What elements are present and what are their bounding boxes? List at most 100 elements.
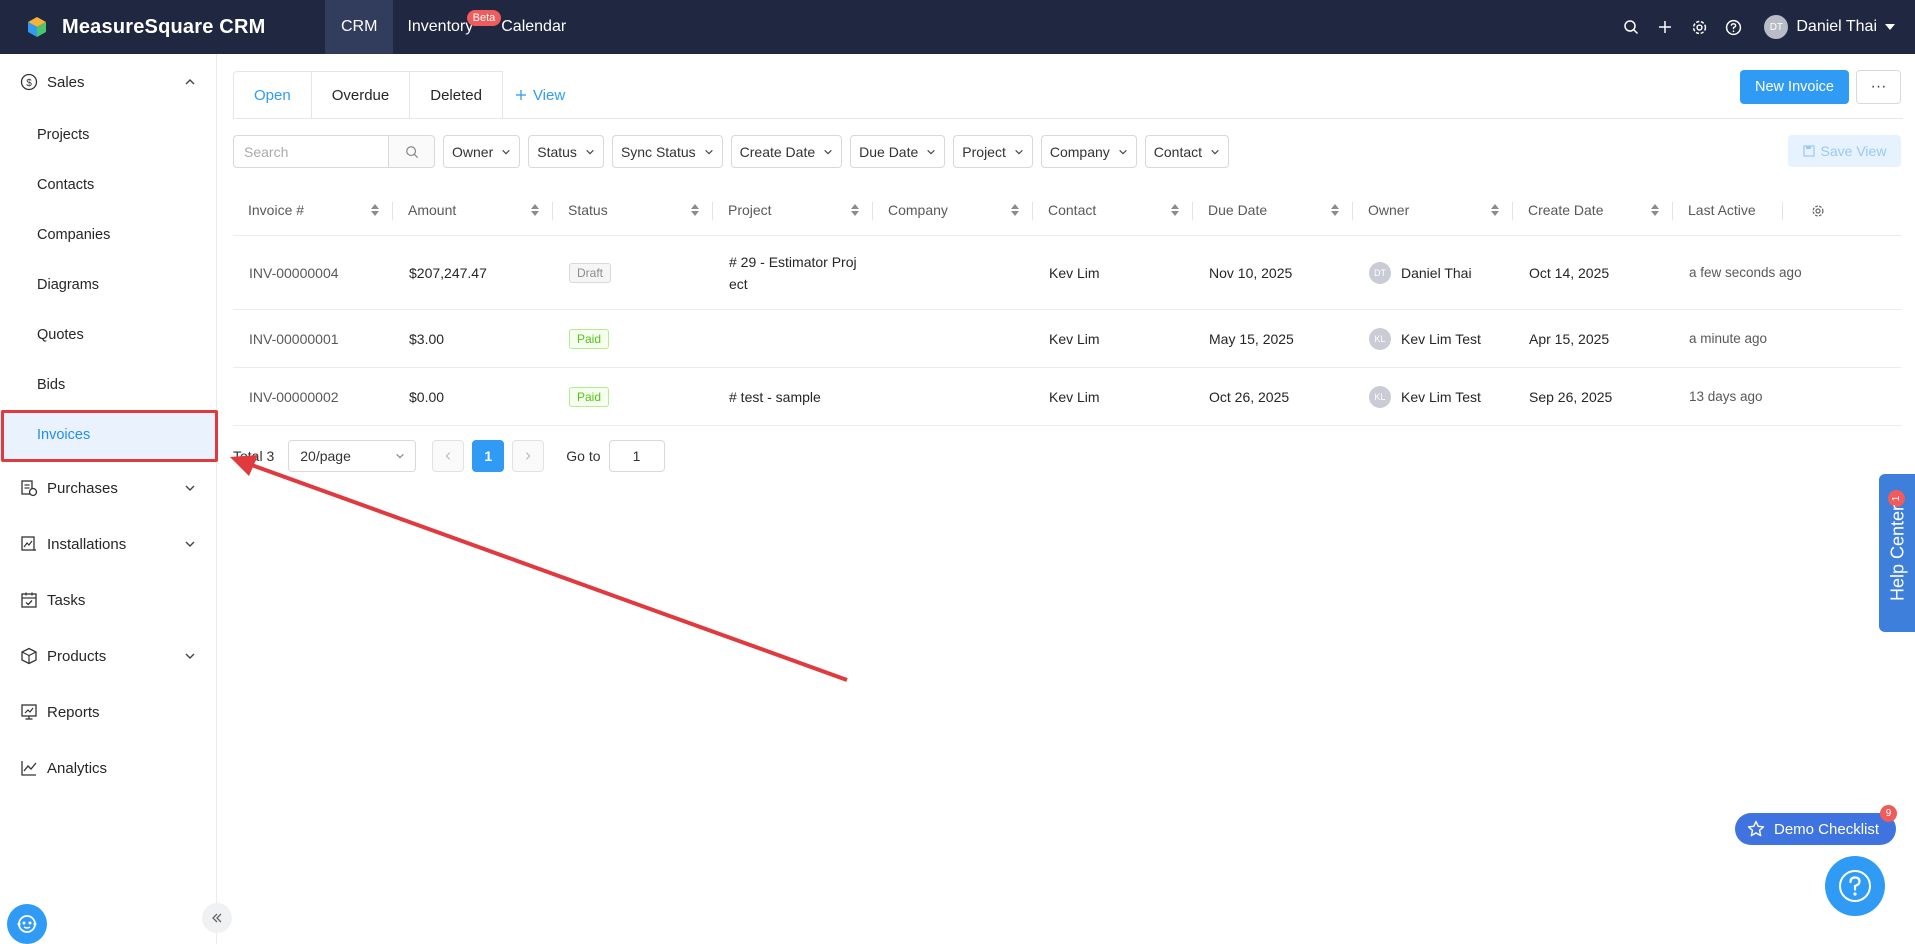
column-header[interactable]: Company bbox=[873, 184, 1033, 236]
demo-checklist-button[interactable]: Demo Checklist 9 bbox=[1735, 805, 1897, 845]
help-center-tab[interactable]: 1 Help Center bbox=[1879, 474, 1915, 632]
column-header[interactable]: Amount bbox=[393, 184, 553, 236]
project-link[interactable]: # 29 - Estimator Proj ect bbox=[713, 251, 873, 295]
last-active: a few seconds ago bbox=[1689, 265, 1802, 280]
column-header[interactable]: Contact bbox=[1033, 184, 1193, 236]
column-header[interactable]: Due Date bbox=[1193, 184, 1353, 236]
column-header[interactable]: Create Date bbox=[1513, 184, 1673, 236]
new-invoice-button[interactable]: New Invoice bbox=[1740, 70, 1849, 104]
nav-calendar[interactable]: Calendar bbox=[487, 0, 580, 54]
contact[interactable]: Kev Lim bbox=[1033, 265, 1193, 281]
last-active: 13 days ago bbox=[1689, 389, 1763, 404]
chevron-left-icon bbox=[445, 452, 451, 460]
goto-page-input[interactable]: 1 bbox=[608, 440, 665, 472]
sidebar-item-companies[interactable]: Companies bbox=[0, 210, 216, 260]
brand[interactable]: MeasureSquare CRM bbox=[0, 0, 325, 54]
line-chart-icon bbox=[20, 759, 38, 777]
prev-page-button[interactable] bbox=[432, 440, 465, 472]
purchase-icon bbox=[20, 479, 38, 497]
top-nav: CRM Inventory Beta Calendar bbox=[325, 0, 580, 54]
contact[interactable]: Kev Lim bbox=[1033, 389, 1193, 405]
sidebar-item-bids[interactable]: Bids bbox=[0, 360, 216, 410]
add-view-button[interactable]: View bbox=[503, 71, 565, 119]
sidebar-item-invoices[interactable]: Invoices bbox=[0, 410, 216, 460]
filter-project[interactable]: Project bbox=[953, 135, 1033, 168]
more-actions-button[interactable]: ··· bbox=[1856, 70, 1901, 104]
filter-status[interactable]: Status bbox=[528, 135, 604, 168]
sidebar-section-reports[interactable]: Reports bbox=[0, 684, 216, 740]
sidebar-item-projects[interactable]: Projects bbox=[0, 110, 216, 160]
sidebar-section-label: Purchases bbox=[47, 479, 118, 497]
table-row[interactable]: INV-00000002 $0.00 Paid # test - sample … bbox=[233, 368, 1901, 426]
status-cell: Draft bbox=[553, 262, 713, 283]
create-date: Oct 14, 2025 bbox=[1529, 264, 1610, 281]
due-date: May 15, 2025 bbox=[1209, 330, 1294, 347]
invoice-number[interactable]: INV-00000001 bbox=[233, 331, 393, 347]
filter-sync-status[interactable]: Sync Status bbox=[611, 135, 723, 168]
page-size-select[interactable]: 20/page bbox=[288, 440, 417, 472]
search-icon[interactable] bbox=[1614, 19, 1648, 35]
table-row[interactable]: INV-00000004 $207,247.47 Draft # 29 - Es… bbox=[233, 236, 1901, 310]
column-header[interactable]: Invoice # bbox=[233, 184, 393, 236]
tab-deleted[interactable]: Deleted bbox=[409, 71, 503, 119]
caret-down-icon bbox=[1885, 24, 1895, 30]
status-cell: Paid bbox=[553, 386, 713, 407]
column-header[interactable]: Status bbox=[553, 184, 713, 236]
table-row[interactable]: INV-00000001 $3.00 Paid Kev Lim May 15, … bbox=[233, 310, 1901, 368]
main-content: Open Overdue Deleted View New Invoice ··… bbox=[218, 54, 1915, 944]
sidebar-section-purchases[interactable]: Purchases bbox=[0, 460, 216, 516]
filter-label: Company bbox=[1049, 143, 1110, 160]
sidebar-item-diagrams[interactable]: Diagrams bbox=[0, 260, 216, 310]
filter-due-date[interactable]: Due Date bbox=[850, 135, 946, 168]
nav-inventory[interactable]: Inventory Beta bbox=[393, 0, 502, 54]
invoice-number[interactable]: INV-00000002 bbox=[233, 389, 393, 405]
help-icon[interactable] bbox=[1716, 19, 1750, 36]
chevron-down-icon bbox=[1015, 149, 1023, 154]
invoice-number[interactable]: INV-00000004 bbox=[233, 265, 393, 281]
column-header[interactable]: Project bbox=[713, 184, 873, 236]
sidebar-section-installations[interactable]: Installations bbox=[0, 516, 216, 572]
project-link[interactable]: # test - sample bbox=[713, 389, 873, 405]
filter-create-date[interactable]: Create Date bbox=[730, 135, 843, 168]
sidebar-section-sales[interactable]: $ Sales bbox=[0, 54, 216, 110]
user-name: Daniel Thai bbox=[1796, 18, 1877, 35]
sort-icon bbox=[371, 203, 379, 216]
next-page-button[interactable] bbox=[512, 440, 545, 472]
filter-label: Contact bbox=[1153, 143, 1203, 160]
sort-icon bbox=[531, 203, 539, 216]
user-menu[interactable]: DT Daniel Thai bbox=[1764, 15, 1895, 39]
column-header[interactable]: Owner bbox=[1353, 184, 1513, 236]
save-view-button[interactable]: Save View bbox=[1788, 135, 1901, 167]
column-header[interactable]: Last Active bbox=[1673, 184, 1841, 236]
sidebar-section-tasks[interactable]: Tasks bbox=[0, 572, 216, 628]
sidebar-section-products[interactable]: Products bbox=[0, 628, 216, 684]
robot-icon bbox=[17, 915, 37, 933]
last-active: a minute ago bbox=[1689, 331, 1768, 346]
column-label: Status bbox=[568, 201, 608, 218]
filter-contact[interactable]: Contact bbox=[1144, 135, 1230, 168]
tab-open[interactable]: Open bbox=[233, 71, 311, 119]
filter-owner[interactable]: Owner bbox=[443, 135, 521, 168]
assistant-bot-button[interactable] bbox=[7, 904, 47, 944]
gear-icon[interactable] bbox=[1682, 19, 1716, 36]
tab-overdue[interactable]: Overdue bbox=[310, 71, 410, 119]
sidebar-item-quotes[interactable]: Quotes bbox=[0, 310, 216, 360]
gear-icon[interactable] bbox=[1811, 204, 1825, 218]
contact[interactable]: Kev Lim bbox=[1033, 331, 1193, 347]
page-button-current[interactable]: 1 bbox=[472, 440, 505, 472]
sidebar-section-label: Installations bbox=[47, 535, 127, 553]
sidebar-item-contacts[interactable]: Contacts bbox=[0, 160, 216, 210]
save-view-label: Save View bbox=[1820, 143, 1887, 159]
search-button[interactable] bbox=[389, 135, 435, 168]
column-label: Owner bbox=[1368, 201, 1410, 218]
search-input[interactable]: Search bbox=[233, 135, 389, 168]
sort-icon bbox=[1011, 203, 1019, 216]
filter-company[interactable]: Company bbox=[1040, 135, 1137, 168]
project-line: # 29 - Estimator Proj bbox=[729, 253, 857, 270]
plus-icon[interactable] bbox=[1648, 19, 1682, 35]
help-button[interactable] bbox=[1825, 856, 1885, 916]
sidebar-section-analytics[interactable]: Analytics bbox=[0, 740, 216, 796]
nav-crm[interactable]: CRM bbox=[325, 0, 394, 54]
column-label: Contact bbox=[1048, 201, 1097, 218]
filter-label: Sync Status bbox=[620, 143, 696, 160]
